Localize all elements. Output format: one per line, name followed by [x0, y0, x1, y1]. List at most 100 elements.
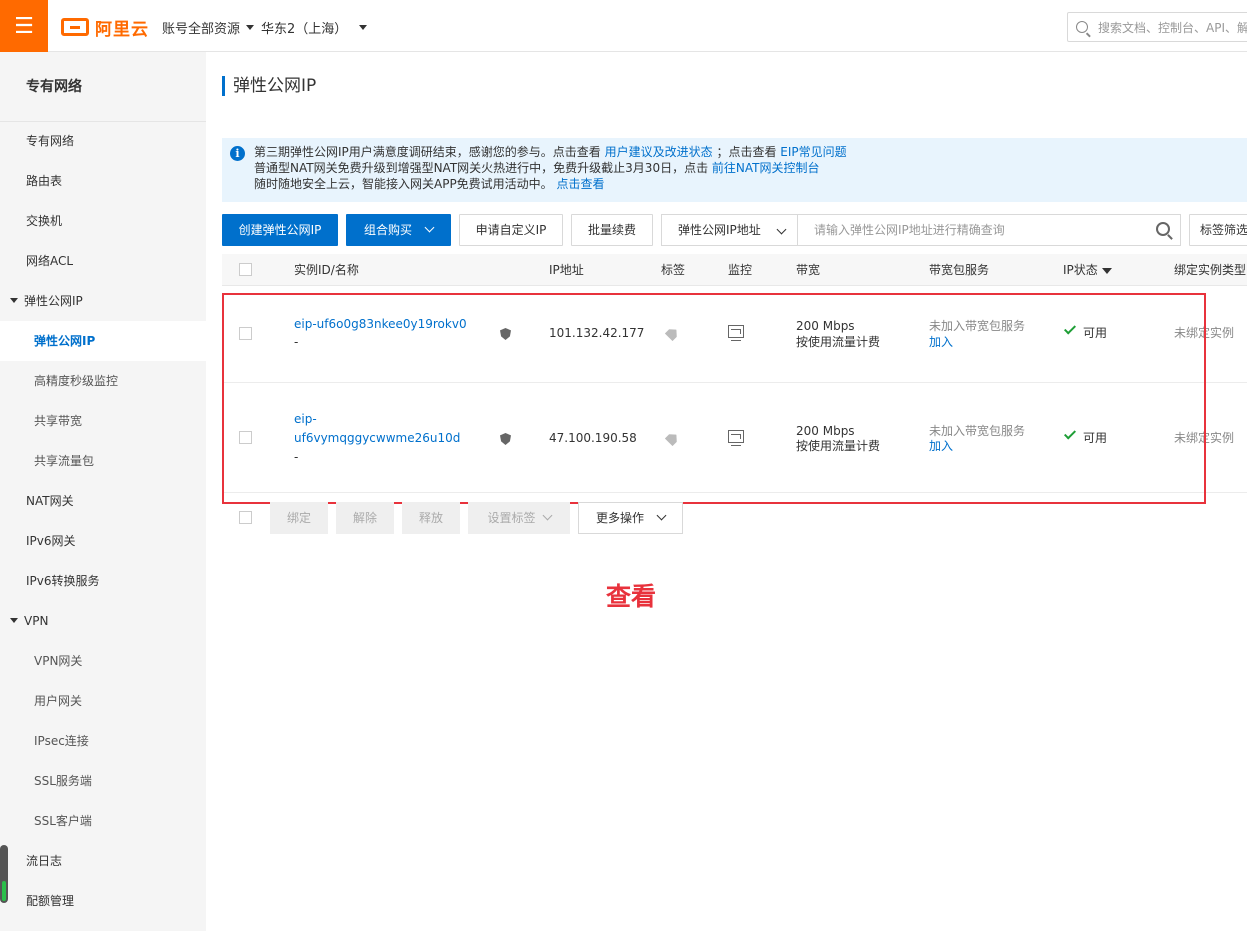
monitor-icon[interactable] — [728, 430, 744, 446]
row-checkbox[interactable] — [239, 431, 252, 444]
expand-triangle-icon — [10, 618, 18, 623]
sidebar-item-flow-log[interactable]: 流日志 — [0, 841, 206, 881]
sidebar-item-ipsec[interactable]: IPsec连接 — [0, 721, 206, 761]
tag-filter-button[interactable]: 标签筛选 — [1189, 214, 1247, 246]
tag-icon[interactable] — [665, 431, 681, 447]
eip-search-input[interactable]: 请输入弹性公网IP地址进行精确查询 — [797, 214, 1181, 246]
logo-text: 阿里云 — [95, 19, 149, 40]
sidebar-item-ssl-server[interactable]: SSL服务端 — [0, 761, 206, 801]
chevron-down-icon — [542, 510, 552, 521]
sidebar: 专有网络 专有网络 路由表 交换机 网络ACL 弹性公网IP 弹性公网IP 高精… — [0, 52, 206, 931]
check-icon — [1063, 427, 1077, 440]
notice-text: 普通型NAT网关免费升级到增强型NAT网关火热进行中，免费升级截止3月30日，点… — [254, 161, 709, 175]
filter-type-label: 弹性公网IP地址 — [678, 223, 761, 237]
select-all-checkbox[interactable] — [239, 263, 252, 276]
instance-name: - — [294, 450, 299, 464]
top-bar: ☰ 阿里云 账号全部资源 华东2（上海） 搜索文档、控制台、API、解 — [0, 0, 1247, 52]
sidebar-item-data-transfer-plan[interactable]: 共享流量包 — [0, 441, 206, 481]
shield-icon[interactable] — [500, 433, 511, 445]
sidebar-item-monitoring[interactable]: 高精度秒级监控 — [0, 361, 206, 401]
column-header-status[interactable]: IP状态 — [1063, 254, 1112, 286]
caret-down-icon — [246, 25, 255, 30]
sidebar-item-route-table[interactable]: 路由表 — [0, 161, 206, 201]
notice-line-1: 第三期弹性公网IP用户满意度调研结束，感谢您的参与。点击查看 用户建议及改进状态… — [254, 144, 1247, 160]
bind-button[interactable]: 绑定 — [270, 502, 328, 534]
ip-address: 101.132.42.177 — [549, 326, 645, 340]
annotation-label: 查看 — [606, 582, 657, 611]
column-header-bandwidth-pkg: 带宽包服务 — [929, 263, 990, 277]
instance-id-link[interactable]: uf6vymqggycwwme26u10d — [294, 430, 460, 446]
apply-custom-ip-button[interactable]: 申请自定义IP — [459, 214, 563, 246]
account-dropdown[interactable]: 账号全部资源 — [162, 18, 255, 37]
shield-icon[interactable] — [500, 328, 511, 340]
join-bandwidth-pkg-link[interactable]: 加入 — [929, 334, 953, 350]
notice-link-view[interactable]: 点击查看 — [557, 177, 605, 191]
expand-triangle-icon — [10, 298, 18, 303]
more-actions-button[interactable]: 更多操作 — [578, 502, 683, 534]
search-placeholder: 请输入弹性公网IP地址进行精确查询 — [814, 223, 1005, 237]
set-tag-button[interactable]: 设置标签 — [468, 502, 570, 534]
filter-type-select[interactable]: 弹性公网IP地址 — [661, 214, 798, 246]
column-header-monitor: 监控 — [728, 263, 753, 277]
bulk-select-checkbox[interactable] — [239, 511, 252, 524]
notice-link-eip-faq[interactable]: EIP常见问题 — [780, 145, 846, 159]
bind-type-value: 未绑定实例 — [1174, 326, 1235, 340]
notice-banner: i 第三期弹性公网IP用户满意度调研结束，感谢您的参与。点击查看 用户建议及改进… — [222, 138, 1247, 202]
chevron-down-icon — [424, 222, 435, 233]
filter-icon[interactable] — [1101, 268, 1112, 274]
instance-id-link[interactable]: eip- — [294, 411, 317, 427]
bandwidth-pkg-status: 未加入带宽包服务 — [929, 319, 1026, 333]
combo-buy-button[interactable]: 组合购买 — [346, 214, 451, 246]
row-checkbox[interactable] — [239, 327, 252, 340]
bandwidth-pkg-status: 未加入带宽包服务 — [929, 424, 1026, 438]
logo-mark-icon — [61, 18, 89, 36]
info-icon: i — [230, 146, 245, 161]
sidebar-group-vpn[interactable]: VPN — [0, 601, 206, 641]
sidebar-item-ssl-client[interactable]: SSL客户端 — [0, 801, 206, 841]
sidebar-item-ipv6-translation[interactable]: IPv6转换服务 — [0, 561, 206, 601]
sidebar-item-vpn-gateway[interactable]: VPN网关 — [0, 641, 206, 681]
bandwidth-value: 200 Mbps — [796, 319, 855, 333]
billing-method: 按使用流量计费 — [796, 335, 881, 349]
sidebar-item-customer-gateway[interactable]: 用户网关 — [0, 681, 206, 721]
instance-id-link[interactable]: eip-uf6o0g83nkee0y19rokv0 — [294, 316, 467, 332]
create-eip-button[interactable]: 创建弹性公网IP — [222, 214, 338, 246]
search-placeholder: 搜索文档、控制台、API、解 — [1098, 20, 1247, 35]
bandwidth-value: 200 Mbps — [796, 424, 855, 438]
chevron-down-icon — [776, 224, 787, 235]
sidebar-item-eip[interactable]: 弹性公网IP — [0, 321, 206, 361]
sidebar-item-quota[interactable]: 配额管理 — [0, 881, 206, 921]
notice-text: 第三期弹性公网IP用户满意度调研结束，感谢您的参与。点击查看 — [254, 145, 601, 159]
notice-link-feedback[interactable]: 用户建议及改进状态 — [605, 145, 713, 159]
sidebar-item-shared-bandwidth[interactable]: 共享带宽 — [0, 401, 206, 441]
notice-link-nat-console[interactable]: 前往NAT网关控制台 — [712, 161, 820, 175]
global-search-input[interactable]: 搜索文档、控制台、API、解 — [1067, 12, 1247, 42]
tag-icon[interactable] — [665, 326, 681, 342]
search-icon[interactable] — [1156, 222, 1170, 236]
column-header-ip: IP地址 — [549, 263, 584, 277]
check-icon — [1063, 322, 1077, 335]
set-tag-label: 设置标签 — [487, 511, 536, 525]
account-dropdown-label: 账号全部资源 — [162, 22, 241, 37]
monitor-icon[interactable] — [728, 325, 744, 341]
sidebar-item-ipv6-gateway[interactable]: IPv6网关 — [0, 521, 206, 561]
ip-address: 47.100.190.58 — [549, 431, 637, 445]
combo-buy-label: 组合购买 — [363, 223, 412, 237]
join-bandwidth-pkg-link[interactable]: 加入 — [929, 438, 953, 454]
release-button[interactable]: 释放 — [402, 502, 460, 534]
sidebar-item-network-acl[interactable]: 网络ACL — [0, 241, 206, 281]
sidebar-item-nat[interactable]: NAT网关 — [0, 481, 206, 521]
logo[interactable]: 阿里云 — [61, 16, 149, 40]
billing-method: 按使用流量计费 — [796, 439, 881, 453]
notice-text: 随时随地安全上云，智能接入网关APP免费试用活动中。 — [254, 177, 553, 191]
batch-renew-button[interactable]: 批量续费 — [571, 214, 653, 246]
region-dropdown[interactable]: 华东2（上海） — [261, 18, 368, 37]
unbind-button[interactable]: 解除 — [336, 502, 394, 534]
sidebar-item-vswitch[interactable]: 交换机 — [0, 201, 206, 241]
sidebar-group-eip[interactable]: 弹性公网IP — [0, 281, 206, 321]
sidebar-item-vpc[interactable]: 专有网络 — [0, 121, 206, 161]
table-row: eip-uf6o0g83nkee0y19rokv0 - 101.132.42.1… — [222, 286, 1247, 383]
notice-line-2: 普通型NAT网关免费升级到增强型NAT网关火热进行中，免费升级截止3月30日，点… — [254, 160, 1247, 176]
menu-icon[interactable]: ☰ — [0, 0, 48, 52]
bind-type-value: 未绑定实例 — [1174, 431, 1235, 445]
